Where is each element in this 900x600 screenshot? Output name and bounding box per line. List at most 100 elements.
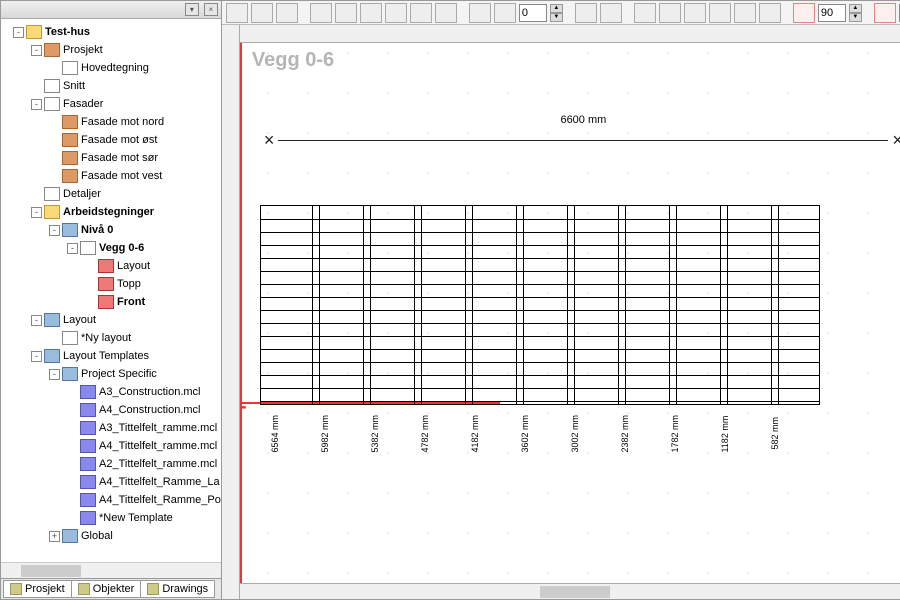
drawing-canvas[interactable]: + Vegg 0-6 × × 6600 mm × × 2400 mm 6564 … xyxy=(240,25,900,599)
tree-item[interactable]: -Test-hus xyxy=(1,23,221,41)
tool-button[interactable] xyxy=(874,3,896,23)
dimension-label: 1782 mm xyxy=(670,415,680,453)
tree-item[interactable]: A4_Tittelfelt_Ramme_La xyxy=(1,473,221,491)
tab-label: Objekter xyxy=(93,583,135,595)
tree-item[interactable]: Detaljer xyxy=(1,185,221,203)
tree-item[interactable]: Snitt xyxy=(1,77,221,95)
tree-item[interactable]: A2_Tittelfelt_ramme.mcl xyxy=(1,455,221,473)
tool-button[interactable] xyxy=(310,3,332,23)
tool-button[interactable] xyxy=(385,3,407,23)
tab-label: Prosjekt xyxy=(25,583,65,595)
expand-icon[interactable]: - xyxy=(49,369,60,380)
tree-item[interactable]: - Vegg 0-6 xyxy=(1,239,221,257)
tool-button[interactable] xyxy=(634,3,656,23)
close-icon[interactable]: × xyxy=(204,3,218,16)
tree-item-label: Hovedtegning xyxy=(81,62,149,74)
tool-button[interactable] xyxy=(684,3,706,23)
tool-button[interactable] xyxy=(793,3,815,23)
tree-item-label: Fasade mot sør xyxy=(81,152,158,164)
tool-button[interactable] xyxy=(659,3,681,23)
dimensions-bottom: 6564 mm5982 mm5382 mm4782 mm4182 mm3602 … xyxy=(270,415,890,453)
tree-item-label: A4_Construction.mcl xyxy=(99,404,201,416)
tree-item[interactable]: -Project Specific xyxy=(1,365,221,383)
tree-item[interactable]: -Layout xyxy=(1,311,221,329)
tool-button[interactable] xyxy=(759,3,781,23)
expand-icon[interactable]: + xyxy=(49,531,60,542)
expand-icon[interactable]: - xyxy=(13,27,24,38)
tree-item-label: A3_Tittelfelt_ramme.mcl xyxy=(99,422,217,434)
tmpl-icon xyxy=(80,385,96,399)
tool-button[interactable] xyxy=(469,3,491,23)
expand-icon[interactable]: - xyxy=(31,45,42,56)
main-area: ▲▼ ▲▼ ▲▼ xyxy=(222,1,900,599)
tree-item[interactable]: Fasade mot vest xyxy=(1,167,221,185)
tree-item[interactable]: Front xyxy=(1,293,221,311)
canvas-hscroll[interactable] xyxy=(240,583,900,599)
tool-button[interactable] xyxy=(734,3,756,23)
tree-item-label: Fasader xyxy=(63,98,103,110)
tree-item[interactable]: A3_Tittelfelt_ramme.mcl xyxy=(1,419,221,437)
sidebar-tab[interactable]: Prosjekt xyxy=(3,580,72,598)
sidebar-tab[interactable]: Objekter xyxy=(71,580,142,598)
tab-icon xyxy=(10,583,22,595)
tree-item[interactable]: Hovedtegning xyxy=(1,59,221,77)
tree-item[interactable]: - Nivå 0 xyxy=(1,221,221,239)
tool-button[interactable] xyxy=(410,3,432,23)
tree-item[interactable]: *Ny layout xyxy=(1,329,221,347)
tree-item[interactable]: Fasade mot nord xyxy=(1,113,221,131)
tool-button[interactable] xyxy=(494,3,516,23)
tree-item[interactable]: - Fasader xyxy=(1,95,221,113)
tree-item[interactable]: A4_Construction.mcl xyxy=(1,401,221,419)
tool-button[interactable] xyxy=(600,3,622,23)
tool-button[interactable] xyxy=(226,3,248,23)
dimension-label: 3602 mm xyxy=(520,415,530,453)
tree-item[interactable]: - Prosjekt xyxy=(1,41,221,59)
expand-icon[interactable]: - xyxy=(49,225,60,236)
spinner[interactable]: ▲▼ xyxy=(550,4,563,22)
sidebar-hscroll[interactable] xyxy=(1,562,221,578)
tree-item-label: A4_Tittelfelt_Ramme_La xyxy=(99,476,220,488)
layer-icon xyxy=(62,367,78,381)
layer-icon xyxy=(44,349,60,363)
value-input-1[interactable] xyxy=(519,4,547,22)
cube-icon xyxy=(98,277,114,291)
spinner[interactable]: ▲▼ xyxy=(849,4,862,22)
tool-button[interactable] xyxy=(360,3,382,23)
tool-button[interactable] xyxy=(709,3,731,23)
expand-icon[interactable]: - xyxy=(67,243,78,254)
tree-item[interactable]: -Layout Templates xyxy=(1,347,221,365)
tree-item[interactable]: A3_Construction.mcl xyxy=(1,383,221,401)
tab-icon xyxy=(147,583,159,595)
tree-item[interactable]: Fasade mot øst xyxy=(1,131,221,149)
tree-item[interactable]: Layout xyxy=(1,257,221,275)
tree-item[interactable]: Fasade mot sør xyxy=(1,149,221,167)
tmpl-icon xyxy=(80,511,96,525)
doc-icon xyxy=(44,79,60,93)
project-tree[interactable]: -Test-hus-ProsjektHovedtegningSnitt-Fasa… xyxy=(1,19,221,562)
sidebar-tab[interactable]: Drawings xyxy=(140,580,215,598)
tree-item[interactable]: -Arbeidstegninger xyxy=(1,203,221,221)
expand-icon[interactable]: - xyxy=(31,207,42,218)
expand-icon[interactable]: - xyxy=(31,99,42,110)
tree-item-label: Vegg 0-6 xyxy=(99,242,144,254)
dimension-label: 4182 mm xyxy=(470,415,480,453)
tree-item[interactable]: *New Template xyxy=(1,509,221,527)
expand-icon[interactable]: - xyxy=(31,351,42,362)
tree-item-label: A4_Tittelfelt_ramme.mcl xyxy=(99,440,217,452)
value-input-2[interactable] xyxy=(818,4,846,22)
tool-button[interactable] xyxy=(335,3,357,23)
tree-item-label: Prosjekt xyxy=(63,44,103,56)
tool-button[interactable] xyxy=(251,3,273,23)
tree-item-label: A3_Construction.mcl xyxy=(99,386,201,398)
tool-button[interactable] xyxy=(276,3,298,23)
tree-item-label: Nivå 0 xyxy=(81,224,113,236)
house-icon xyxy=(62,133,78,147)
tool-button[interactable] xyxy=(575,3,597,23)
dropdown-icon[interactable]: ▾ xyxy=(185,3,199,16)
tool-button[interactable] xyxy=(435,3,457,23)
expand-icon[interactable]: - xyxy=(31,315,42,326)
tree-item[interactable]: Topp xyxy=(1,275,221,293)
tree-item[interactable]: A4_Tittelfelt_Ramme_Po xyxy=(1,491,221,509)
tree-item[interactable]: +Global xyxy=(1,527,221,545)
tree-item[interactable]: A4_Tittelfelt_ramme.mcl xyxy=(1,437,221,455)
